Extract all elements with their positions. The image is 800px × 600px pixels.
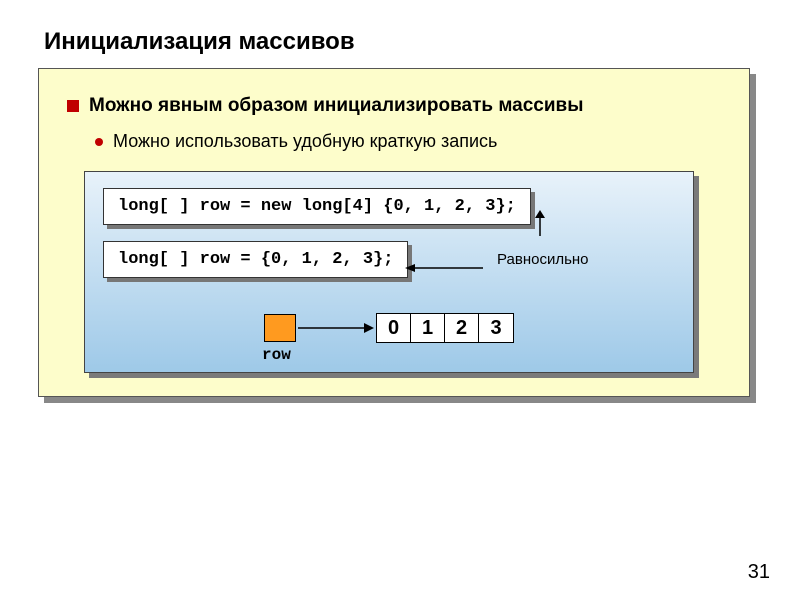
row-variable-label: row <box>262 346 291 364</box>
array-table: 0 1 2 3 <box>376 313 514 343</box>
code-row-1: long[ ] row = new long[4] {0, 1, 2, 3}; <box>107 192 675 229</box>
array-diagram: row 0 1 2 3 <box>103 298 675 358</box>
sub-bullet-text: Можно использовать удобную краткую запис… <box>113 131 497 152</box>
arrow-reference <box>296 320 376 336</box>
content-panel: Можно явным образом инициализировать мас… <box>38 68 750 397</box>
code-line-1: long[ ] row = new long[4] {0, 1, 2, 3}; <box>103 188 531 225</box>
code-line-2: long[ ] row = {0, 1, 2, 3}; <box>103 241 408 278</box>
code-box-shadow: long[ ] row = {0, 1, 2, 3}; <box>107 245 412 282</box>
square-bullet-icon <box>67 100 79 112</box>
bullet-text: Можно явным образом инициализировать мас… <box>89 95 583 117</box>
slide-title: Инициализация массивов <box>44 28 756 56</box>
dot-bullet-icon <box>95 138 103 146</box>
code-box-shadow: long[ ] row = new long[4] {0, 1, 2, 3}; <box>107 192 535 229</box>
code-panel: long[ ] row = new long[4] {0, 1, 2, 3}; … <box>84 171 694 373</box>
code-row-2: long[ ] row = {0, 1, 2, 3}; Равносильно <box>107 245 675 282</box>
content-panel-shadow: Можно явным образом инициализировать мас… <box>44 74 756 403</box>
code-panel-shadow: long[ ] row = new long[4] {0, 1, 2, 3}; … <box>89 176 699 378</box>
array-cell: 1 <box>411 314 445 342</box>
equivalent-label: Равносильно <box>497 251 589 268</box>
reference-box <box>264 314 296 342</box>
array-cell: 2 <box>445 314 479 342</box>
bullet-item: Можно явным образом инициализировать мас… <box>67 95 721 117</box>
page-number: 31 <box>748 561 770 584</box>
array-cell: 3 <box>479 314 513 342</box>
arrow-equiv-left <box>405 262 485 274</box>
arrow-equiv-up <box>530 210 550 238</box>
sub-bullet-item: Можно использовать удобную краткую запис… <box>95 131 721 152</box>
array-cell: 0 <box>377 314 411 342</box>
